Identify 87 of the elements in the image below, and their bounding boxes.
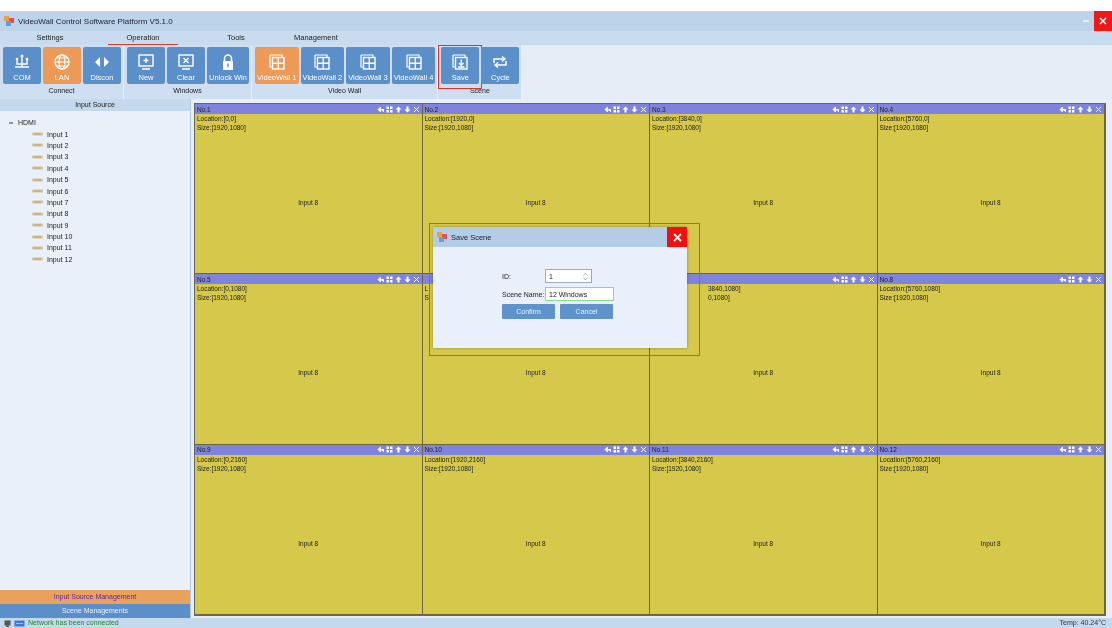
cable-icon (32, 154, 43, 159)
back-arrow-icon[interactable] (604, 446, 611, 454)
grid-icon[interactable] (385, 105, 393, 113)
down-arrow-icon[interactable] (858, 105, 866, 113)
cable-icon (32, 177, 43, 182)
app-logo-icon (4, 16, 14, 26)
down-arrow-icon[interactable] (403, 105, 411, 113)
close-icon[interactable] (412, 105, 420, 113)
close-icon[interactable] (412, 275, 420, 283)
up-arrow-icon[interactable] (849, 105, 857, 113)
close-icon[interactable] (867, 275, 875, 283)
close-icon[interactable] (412, 446, 420, 454)
close-icon[interactable] (867, 105, 875, 113)
window-title: VideoWall Control Software Platform V5.1.0 (18, 16, 173, 26)
down-arrow-icon[interactable] (631, 105, 638, 113)
cable-icon (32, 166, 43, 171)
up-arrow-icon[interactable] (1077, 105, 1084, 113)
back-arrow-icon[interactable] (831, 105, 839, 113)
save-icon (451, 53, 470, 71)
down-arrow-icon[interactable] (631, 446, 638, 454)
grid-icon[interactable] (1068, 446, 1075, 454)
monitor-plus-icon (137, 53, 155, 71)
window-grid-icon (404, 53, 423, 71)
back-arrow-icon[interactable] (1059, 275, 1066, 283)
up-arrow-icon[interactable] (394, 446, 402, 454)
back-arrow-icon[interactable] (831, 446, 839, 454)
grid-icon[interactable] (385, 275, 393, 283)
close-button[interactable] (1094, 11, 1112, 31)
cable-icon (32, 189, 43, 194)
close-icon[interactable] (640, 446, 647, 454)
close-button[interactable] (667, 227, 687, 247)
up-arrow-icon[interactable] (849, 275, 857, 283)
up-arrow-icon[interactable] (1077, 446, 1084, 454)
grid-icon[interactable] (613, 446, 620, 454)
down-arrow-icon[interactable] (1086, 105, 1093, 113)
close-icon[interactable] (1095, 275, 1102, 283)
close-icon[interactable] (1095, 105, 1102, 113)
collapse-icon[interactable] (8, 119, 14, 126)
close-icon[interactable] (1095, 446, 1102, 454)
cable-icon (32, 223, 43, 228)
grid-icon[interactable] (613, 105, 620, 113)
globe-icon (53, 53, 71, 71)
up-arrow-icon[interactable] (394, 105, 402, 113)
spin-arrows-icon[interactable] (583, 271, 588, 281)
down-arrow-icon[interactable] (858, 275, 866, 283)
grid-icon[interactable] (840, 105, 848, 113)
cable-icon (32, 257, 43, 262)
loop-arrows-icon (491, 53, 510, 71)
back-arrow-icon[interactable] (831, 275, 839, 283)
window-grid-icon (358, 53, 377, 71)
up-arrow-icon[interactable] (849, 446, 857, 454)
up-arrow-icon[interactable] (394, 275, 402, 283)
grid-icon[interactable] (1068, 275, 1075, 283)
grid-icon[interactable] (840, 275, 848, 283)
back-arrow-icon[interactable] (604, 105, 611, 113)
close-icon (672, 232, 682, 242)
down-arrow-icon[interactable] (858, 446, 866, 454)
down-arrow-icon[interactable] (403, 446, 411, 454)
back-arrow-icon[interactable] (376, 275, 384, 283)
monitor-x-icon (177, 53, 195, 71)
close-icon[interactable] (867, 446, 875, 454)
cable-icon (32, 200, 43, 205)
up-arrow-icon[interactable] (1077, 275, 1084, 283)
computer-icon (4, 619, 11, 627)
cable-icon (32, 143, 43, 148)
window-grid-icon (313, 53, 332, 71)
down-arrow-icon[interactable] (1086, 275, 1093, 283)
down-arrow-icon[interactable] (403, 275, 411, 283)
close-icon[interactable] (640, 105, 647, 113)
close-icon (1099, 17, 1107, 25)
cable-icon (32, 132, 43, 137)
cable-icon (32, 234, 43, 239)
up-arrow-icon[interactable] (622, 105, 629, 113)
up-arrow-icon[interactable] (622, 446, 629, 454)
grid-icon[interactable] (385, 446, 393, 454)
window-grid-icon (267, 53, 286, 71)
app-logo-icon (437, 232, 447, 242)
connector-icon (13, 53, 31, 71)
back-arrow-icon[interactable] (376, 446, 384, 454)
grid-icon[interactable] (1068, 105, 1075, 113)
back-arrow-icon[interactable] (1059, 446, 1066, 454)
back-arrow-icon[interactable] (376, 105, 384, 113)
down-arrow-icon[interactable] (1086, 446, 1093, 454)
cable-icon (32, 211, 43, 216)
cable-icon (32, 246, 43, 250)
grid-icon[interactable] (840, 446, 848, 454)
back-arrow-icon[interactable] (1059, 105, 1066, 113)
